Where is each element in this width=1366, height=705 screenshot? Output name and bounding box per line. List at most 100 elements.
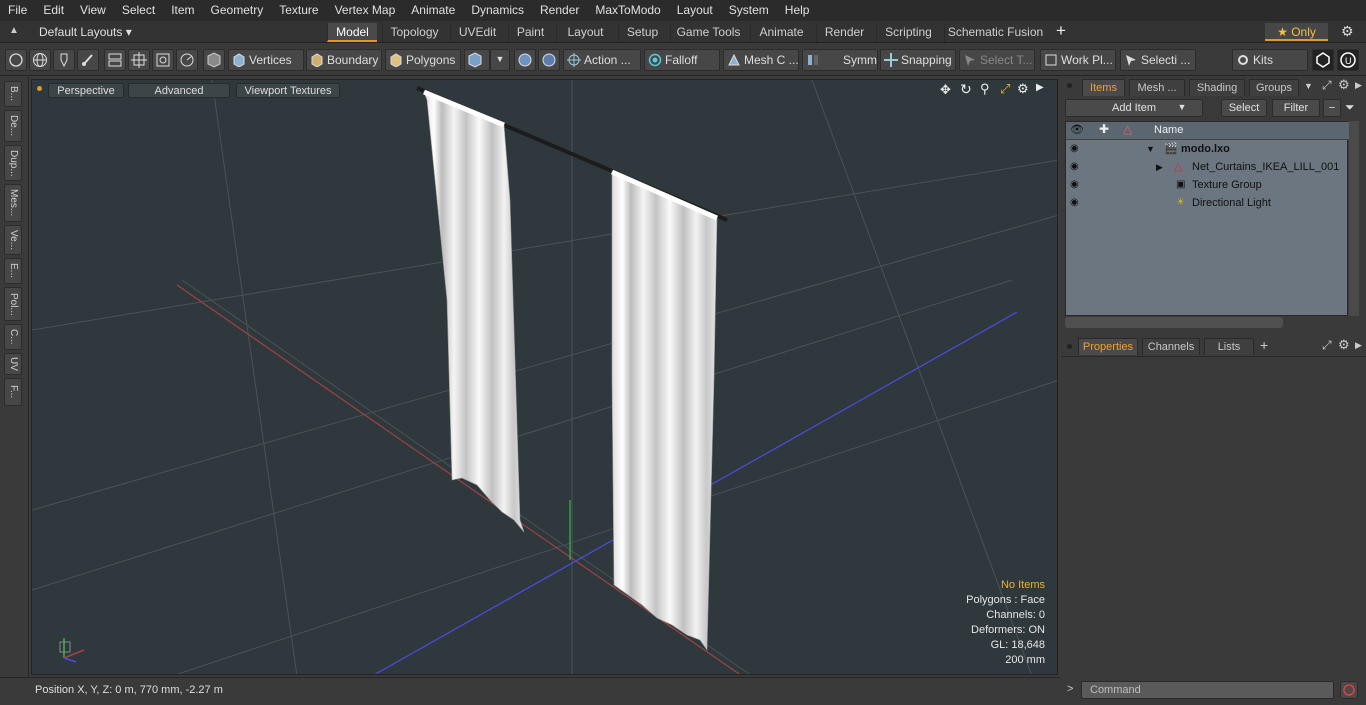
- properties-expand-icon[interactable]: ▶: [1355, 340, 1362, 351]
- tab-lists[interactable]: Lists: [1204, 338, 1254, 355]
- polygons-button[interactable]: Polygons: [385, 49, 461, 71]
- tab-setup[interactable]: Setup: [618, 23, 666, 42]
- work-plane-button[interactable]: Work Pl...: [1040, 49, 1116, 71]
- menu-layout[interactable]: Layout: [669, 0, 721, 21]
- menu-texture[interactable]: Texture: [271, 0, 326, 21]
- material-dropdown-icon[interactable]: ▼: [490, 49, 510, 71]
- viewport-textures-button[interactable]: Viewport Textures: [236, 83, 340, 98]
- menu-select[interactable]: Select: [114, 0, 163, 21]
- expand-arrow-icon[interactable]: ▼: [1146, 140, 1155, 158]
- vtab-duplicate[interactable]: Dup...: [4, 145, 22, 181]
- viewport-settings-icon[interactable]: ⚙: [1017, 81, 1029, 97]
- tab-uvedit[interactable]: UVEdit: [450, 23, 504, 42]
- filter-button[interactable]: Filter: [1272, 99, 1320, 117]
- falloff-button[interactable]: Falloff: [644, 49, 720, 71]
- menu-dynamics[interactable]: Dynamics: [463, 0, 532, 21]
- visibility-eye-icon[interactable]: ◉: [1070, 144, 1082, 154]
- expand-arrow-icon[interactable]: ▶: [1156, 158, 1163, 176]
- fit-icon[interactable]: ⤢: [1000, 81, 1010, 97]
- tab-animate[interactable]: Animate: [750, 23, 812, 42]
- symmetry-a-icon[interactable]: [514, 49, 536, 71]
- add-item-dropdown[interactable]: ▼: [1172, 99, 1192, 117]
- menu-animate[interactable]: Animate: [403, 0, 463, 21]
- add-tab-icon[interactable]: +: [1056, 21, 1066, 41]
- list-item[interactable]: ◉ ▣ Texture Group: [1066, 176, 1349, 194]
- properties-menu-icon[interactable]: [1067, 344, 1072, 349]
- tab-mesh[interactable]: Mesh ...: [1129, 79, 1185, 96]
- vtab-polygon[interactable]: Pol...: [4, 287, 22, 321]
- vtab-curve[interactable]: C...: [4, 324, 22, 350]
- name-column-header[interactable]: Name: [1154, 124, 1183, 136]
- only-toggle[interactable]: ★ Only: [1265, 23, 1328, 41]
- default-layouts-dropdown[interactable]: Default Layouts ▾: [39, 24, 132, 40]
- pen-tool-icon[interactable]: [53, 49, 75, 71]
- viewport-expand-icon[interactable]: ▶: [1036, 82, 1044, 93]
- symmetry-b-icon[interactable]: [538, 49, 560, 71]
- tab-items[interactable]: Items: [1082, 79, 1125, 96]
- visibility-eye-icon[interactable]: ◉: [1070, 162, 1082, 172]
- item-mode-icon[interactable]: [203, 49, 225, 71]
- tab-scripting[interactable]: Scripting: [876, 23, 940, 42]
- snap-box-icon[interactable]: [152, 49, 174, 71]
- viewport-menu-dot-icon[interactable]: [37, 86, 42, 91]
- globe-icon[interactable]: [29, 49, 51, 71]
- item-list-hscrollbar[interactable]: [1065, 317, 1283, 328]
- mesh-constraint-button[interactable]: Mesh C ...: [723, 49, 799, 71]
- brush-icon[interactable]: [77, 49, 99, 71]
- selection-sets-button[interactable]: Selecti ...: [1120, 49, 1196, 71]
- tab-render[interactable]: Render: [816, 23, 872, 42]
- pan-icon[interactable]: ✥: [940, 82, 951, 98]
- vtab-mesh[interactable]: Mes...: [4, 184, 22, 222]
- vtab-deform[interactable]: De...: [4, 110, 22, 142]
- unity-icon[interactable]: [1312, 49, 1334, 71]
- record-icon[interactable]: [1340, 681, 1358, 699]
- vtab-basic[interactable]: B...: [4, 81, 22, 107]
- 3d-viewport[interactable]: Perspective Advanced Viewport Textures ✥…: [31, 79, 1058, 675]
- menu-help[interactable]: Help: [777, 0, 818, 21]
- layout-toggle-icon[interactable]: ▲: [9, 26, 19, 36]
- tab-groups[interactable]: Groups: [1249, 79, 1299, 96]
- advanced-button[interactable]: Advanced: [128, 83, 230, 98]
- panel-menu-icon[interactable]: [1067, 83, 1072, 88]
- menu-system[interactable]: System: [721, 0, 777, 21]
- perspective-button[interactable]: Perspective: [48, 83, 124, 98]
- vtab-vertex[interactable]: Ve...: [4, 225, 22, 255]
- panel-tabs-dropdown-icon[interactable]: ▼: [1304, 81, 1313, 91]
- command-input[interactable]: Command: [1081, 681, 1334, 699]
- menu-maxtomodo[interactable]: MaxToModo: [587, 0, 668, 21]
- visibility-eye-icon[interactable]: ◉: [1070, 180, 1082, 190]
- select-through-button[interactable]: Select T...: [959, 49, 1035, 71]
- zoom-icon[interactable]: ⚲: [980, 81, 990, 97]
- select-button[interactable]: Select: [1221, 99, 1267, 117]
- select-mode-icon[interactable]: [5, 49, 27, 71]
- tab-game-tools[interactable]: Game Tools: [670, 23, 746, 42]
- symmetry-button[interactable]: Symm ...: [802, 49, 878, 71]
- visibility-eye-icon[interactable]: ◉: [1070, 198, 1082, 208]
- panel-settings-icon[interactable]: ⚙: [1338, 77, 1350, 93]
- properties-settings-icon[interactable]: ⚙: [1338, 337, 1350, 353]
- tab-model[interactable]: Model: [327, 23, 377, 42]
- material-mode-icon[interactable]: [464, 49, 490, 71]
- menu-vertex-map[interactable]: Vertex Map: [327, 0, 404, 21]
- panel-maximize-icon[interactable]: ⤢: [1322, 78, 1332, 93]
- menu-item[interactable]: Item: [163, 0, 202, 21]
- circle-slash-icon[interactable]: [176, 49, 198, 71]
- viewport-scene[interactable]: [32, 80, 1058, 675]
- tab-paint[interactable]: Paint: [508, 23, 552, 42]
- menu-edit[interactable]: Edit: [35, 0, 72, 21]
- item-list-scrollbar[interactable]: [1349, 121, 1359, 316]
- menu-render[interactable]: Render: [532, 0, 587, 21]
- add-property-tab-icon[interactable]: +: [1260, 337, 1268, 353]
- collapse-button[interactable]: −: [1323, 99, 1341, 117]
- tab-shading[interactable]: Shading: [1189, 79, 1245, 96]
- vtab-uv[interactable]: UV: [4, 353, 22, 375]
- tab-layout[interactable]: Layout: [556, 23, 614, 42]
- panel-expand-icon[interactable]: ▶: [1355, 80, 1362, 91]
- menu-file[interactable]: File: [0, 0, 35, 21]
- action-center-button[interactable]: Action ...: [563, 49, 641, 71]
- rotate-icon[interactable]: ↻: [960, 81, 972, 98]
- properties-maximize-icon[interactable]: ⤢: [1322, 338, 1332, 353]
- menu-geometry[interactable]: Geometry: [203, 0, 272, 21]
- kits-button[interactable]: Kits: [1232, 49, 1308, 71]
- filter-funnel-icon[interactable]: ⏷: [1345, 100, 1355, 115]
